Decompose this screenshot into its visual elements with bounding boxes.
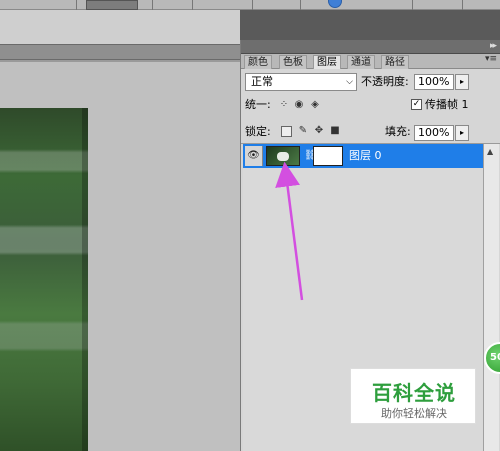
layer-thumbnail[interactable] [266,146,300,166]
propagate-checkbox[interactable]: ✓ [411,99,422,110]
layer-mask-thumbnail[interactable] [313,146,343,166]
tab-color[interactable]: 颜色 [244,55,272,69]
lock-fill-row: 锁定: ✎ ✥ ■ 填充: 100% ▸ [245,123,497,141]
document-canvas[interactable] [0,60,240,451]
lock-brush-icon[interactable]: ✎ [297,125,309,137]
fill-slider-button[interactable]: ▸ [455,125,469,141]
blend-opacity-row: 正常 ⌵ 不透明度: 100% ▸ [245,72,497,92]
unify-row: 统一: ⁘ ◉ ◈ ✓ 传播帧 1 [245,97,497,113]
help-icon[interactable] [328,0,342,8]
ruler [0,60,240,62]
tab-paths[interactable]: 路径 [381,55,409,69]
unify-label: 统一: [245,98,271,111]
fill-label: 填充: [385,125,411,138]
propagate-label: 传播帧 1 [425,98,469,111]
options-bar [0,0,500,10]
scroll-up-icon[interactable]: ▲ [487,147,493,156]
unify-visibility-icon[interactable]: ◉ [293,99,305,111]
panel-tabs: 颜色 色板 图层 通道 路径 ▾≡ [241,54,500,69]
watermark-subtitle: 助你轻松解决 [381,407,447,420]
lock-transparent-icon[interactable] [281,126,292,137]
watermark-title: 百科全说 [372,381,456,405]
layer-name[interactable]: 图层 0 [349,149,382,163]
tab-swatches[interactable]: 色板 [279,55,307,69]
chevron-down-icon: ⌵ [346,77,353,87]
watermark: 百科全说 助你轻松解决 [350,368,476,424]
tab-layers[interactable]: 图层 [313,55,341,69]
panel-menu-icon[interactable]: ▾≡ [485,54,497,64]
opacity-slider-button[interactable]: ▸ [455,74,469,90]
unify-style-icon[interactable]: ◈ [309,99,321,111]
photoshop-window: ▸▸ 颜色 色板 图层 通道 路径 ▾≡ 正常 ⌵ 不透明度: 100% ▸ 统… [0,0,500,451]
blend-mode-select[interactable]: 正常 ⌵ [245,73,357,91]
workspace-gap [0,10,240,44]
lock-all-icon[interactable]: ■ [329,125,341,137]
layer-row[interactable]: 👁 ⛓ 图层 0 [243,144,483,168]
layers-scrollbar[interactable]: ▲ [483,144,499,451]
panel-collapse-strip[interactable]: ▸▸ [241,40,500,54]
eye-icon[interactable]: 👁 [245,146,263,166]
fill-field[interactable]: 100% [414,125,454,141]
document-tab-bar [0,44,240,60]
toolbar-button[interactable] [86,0,138,10]
opacity-label: 不透明度: [361,75,409,88]
lock-move-icon[interactable]: ✥ [313,125,325,137]
opacity-field[interactable]: 100% [414,74,454,90]
unify-position-icon[interactable]: ⁘ [278,99,290,111]
collapse-arrows-icon[interactable]: ▸▸ [490,41,497,51]
image-content [0,108,88,451]
lock-label: 锁定: [245,125,271,138]
blend-mode-value: 正常 [251,75,273,88]
tab-channels[interactable]: 通道 [347,55,375,69]
